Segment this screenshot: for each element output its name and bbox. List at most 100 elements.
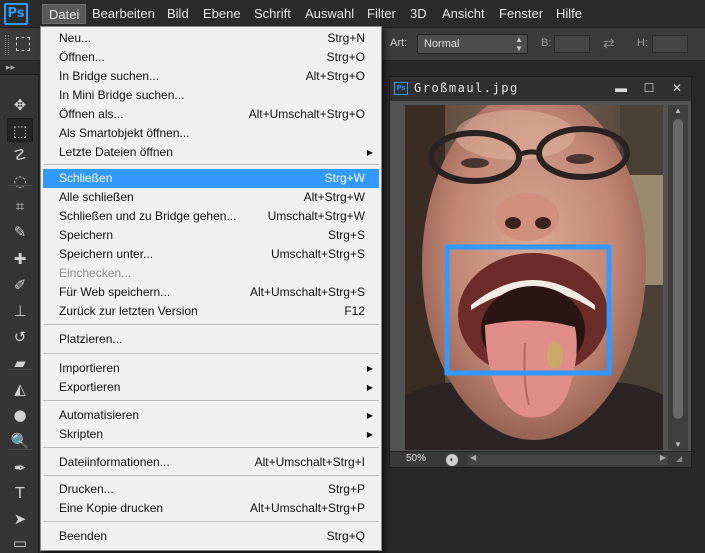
swap-icon[interactable]: ⇄ bbox=[603, 35, 615, 52]
scroll-up-icon[interactable]: ▲ bbox=[674, 106, 682, 115]
menu-item-zurück-zur-letzten-version[interactable]: Zurück zur letzten Version F12 bbox=[43, 302, 379, 321]
menu-item-exportieren[interactable]: Exportieren ▶ bbox=[43, 378, 379, 397]
menu-fenster[interactable]: Fenster bbox=[493, 4, 549, 24]
scroll-right-icon[interactable]: ▶ bbox=[660, 453, 666, 462]
menu-bearbeiten[interactable]: Bearbeiten bbox=[86, 4, 161, 24]
style-select[interactable]: Normal ▲ ▼ bbox=[417, 34, 528, 54]
brush-tool-icon[interactable]: ✐ bbox=[7, 273, 33, 297]
height-input[interactable] bbox=[652, 35, 688, 53]
menu-item-drucken[interactable]: Drucken... Strg+P bbox=[43, 480, 379, 499]
document-title-bar[interactable]: Ps Großmaul.jpg ▬ ☐ ✕ bbox=[390, 77, 691, 101]
tool-separator bbox=[8, 449, 32, 450]
menu-datei[interactable]: Datei bbox=[42, 4, 87, 24]
menu-item-skripten[interactable]: Skripten ▶ bbox=[43, 425, 379, 444]
menu-item-shortcut: Strg+S bbox=[327, 228, 365, 242]
menu-separator bbox=[43, 324, 379, 325]
menu-item-neu[interactable]: Neu... Strg+N bbox=[43, 29, 379, 48]
clone-stamp-tool-icon[interactable]: ⊥ bbox=[7, 299, 33, 323]
menu-ebene[interactable]: Ebene bbox=[197, 4, 247, 24]
rect-marquee-preset-icon[interactable] bbox=[16, 37, 30, 51]
menu-item-label: Öffnen als... bbox=[59, 107, 124, 121]
lasso-tool-icon[interactable]: ☡ bbox=[7, 143, 33, 167]
menu-item-in-bridge-suchen[interactable]: In Bridge suchen... Alt+Strg+O bbox=[43, 67, 379, 86]
tools-panel-header[interactable]: ▸▸ bbox=[0, 61, 39, 75]
eyedropper-tool-icon[interactable]: ✎ bbox=[7, 220, 33, 244]
menu-item-beenden[interactable]: Beenden Strg+Q bbox=[43, 527, 379, 546]
menu-item-shortcut: Umschalt+Strg+W bbox=[267, 209, 365, 223]
minimize-button[interactable]: ▬ bbox=[614, 81, 628, 95]
submenu-arrow-icon: ▶ bbox=[366, 148, 373, 157]
menu-item-als-smartobjekt-öffnen[interactable]: Als Smartobjekt öffnen... bbox=[43, 124, 379, 143]
menu-item-letzte-dateien-öffnen[interactable]: Letzte Dateien öffnen ▶ bbox=[43, 143, 379, 162]
blur-tool-icon[interactable]: ● bbox=[7, 403, 33, 427]
menu-item-label: Skripten bbox=[59, 427, 104, 441]
menu-item-importieren[interactable]: Importieren ▶ bbox=[43, 359, 379, 378]
submenu-arrow-icon: ▶ bbox=[366, 383, 373, 392]
info-icon[interactable]: ◐ bbox=[446, 454, 458, 466]
menu-item-label: Für Web speichern... bbox=[59, 285, 171, 299]
rect-marquee-tool-icon[interactable]: ⬚ bbox=[7, 118, 33, 142]
menu-item-schließen[interactable]: Schließen Strg+W bbox=[43, 169, 379, 188]
menu-item-shortcut: Alt+Strg+O bbox=[305, 69, 365, 83]
menu-item-eine-kopie-drucken[interactable]: Eine Kopie drucken Alt+Umschalt+Strg+P bbox=[43, 499, 379, 518]
scroll-left-icon[interactable]: ◀ bbox=[470, 453, 476, 462]
menu-item-öffnen[interactable]: Öffnen... Strg+O bbox=[43, 48, 379, 67]
menu-item-shortcut: Alt+Umschalt+Strg+O bbox=[248, 107, 365, 121]
menu-filter[interactable]: Filter bbox=[361, 4, 402, 24]
eraser-tool-icon[interactable]: ▰ bbox=[7, 351, 33, 375]
move-tool-icon[interactable]: ✥ bbox=[7, 93, 33, 117]
history-brush-tool-icon[interactable]: ↺ bbox=[7, 325, 33, 349]
menu-item-in-mini-bridge-suchen[interactable]: In Mini Bridge suchen... bbox=[43, 86, 379, 105]
vertical-scrollbar[interactable]: ▲ ▼ bbox=[668, 105, 688, 450]
close-button[interactable]: ✕ bbox=[670, 81, 684, 95]
menu-item-shortcut: Alt+Umschalt+Strg+P bbox=[249, 501, 365, 515]
menu-auswahl[interactable]: Auswahl bbox=[299, 4, 360, 24]
menu-ansicht[interactable]: Ansicht bbox=[436, 4, 491, 24]
menu-item-schließen-und-zu-bridge-gehen[interactable]: Schließen und zu Bridge gehen... Umschalt… bbox=[43, 207, 379, 226]
submenu-arrow-icon: ▶ bbox=[366, 411, 373, 420]
options-bar-grip[interactable] bbox=[5, 35, 9, 55]
menu-hilfe[interactable]: Hilfe bbox=[550, 4, 588, 24]
menu-item-öffnen-als[interactable]: Öffnen als... Alt+Umschalt+Strg+O bbox=[43, 105, 379, 124]
maximize-button[interactable]: ☐ bbox=[642, 81, 656, 95]
menu-item-label: Automatisieren bbox=[59, 408, 140, 422]
menu-item-shortcut: Strg+W bbox=[324, 171, 365, 185]
path-selection-tool-icon[interactable]: ➤ bbox=[7, 507, 33, 531]
width-input[interactable] bbox=[554, 35, 590, 53]
document-ps-icon: Ps bbox=[394, 82, 408, 95]
menu-item-speichern[interactable]: Speichern Strg+S bbox=[43, 226, 379, 245]
menu-bild[interactable]: Bild bbox=[161, 4, 195, 24]
menu-separator bbox=[43, 164, 379, 165]
height-label: H: bbox=[637, 37, 648, 49]
menu-item-einchecken: Einchecken... bbox=[43, 264, 379, 283]
menu-item-platzieren[interactable]: Platzieren... bbox=[43, 330, 379, 349]
menu-item-für-web-speichern[interactable]: Für Web speichern... Alt+Umschalt+Strg+S bbox=[43, 283, 379, 302]
width-label: B: bbox=[541, 37, 552, 49]
pen-tool-icon[interactable]: ✒ bbox=[7, 456, 33, 480]
spot-healing-tool-icon[interactable]: ✚ bbox=[7, 247, 33, 271]
style-select-value: Normal bbox=[424, 38, 460, 50]
menu-item-speichern-unter[interactable]: Speichern unter... Umschalt+Strg+S bbox=[43, 245, 379, 264]
zoom-level[interactable]: 50% bbox=[406, 453, 426, 464]
type-tool-icon[interactable]: T bbox=[7, 481, 33, 505]
image-canvas[interactable] bbox=[405, 105, 663, 450]
menu-separator bbox=[43, 353, 379, 354]
scroll-down-icon[interactable]: ▼ bbox=[674, 440, 682, 449]
shape-tool-icon[interactable]: ▭ bbox=[7, 531, 33, 553]
scroll-thumb[interactable] bbox=[673, 119, 683, 419]
menu-schrift[interactable]: Schrift bbox=[248, 4, 297, 24]
menu-item-shortcut: Alt+Umschalt+Strg+S bbox=[249, 285, 365, 299]
paint-bucket-tool-icon[interactable]: ◭ bbox=[7, 377, 33, 401]
crop-tool-icon[interactable]: ⌗ bbox=[7, 194, 33, 218]
submenu-arrow-icon: ▶ bbox=[366, 430, 373, 439]
horizontal-scrollbar[interactable]: ◀ ▶ bbox=[468, 453, 668, 465]
quick-selection-tool-icon[interactable]: ◌ bbox=[7, 169, 33, 193]
resize-grip-icon[interactable]: ◢ bbox=[676, 454, 688, 466]
menu-item-label: In Bridge suchen... bbox=[59, 69, 160, 83]
menu-item-label: Importieren bbox=[59, 361, 120, 375]
menu-item-alle-schließen[interactable]: Alle schließen Alt+Strg+W bbox=[43, 188, 379, 207]
collapse-icon[interactable]: ▸▸ bbox=[6, 62, 15, 73]
menu-3d[interactable]: 3D bbox=[404, 4, 433, 24]
menu-item-automatisieren[interactable]: Automatisieren ▶ bbox=[43, 406, 379, 425]
menu-item-dateiinformationen[interactable]: Dateiinformationen... Alt+Umschalt+Strg+I bbox=[43, 453, 379, 472]
